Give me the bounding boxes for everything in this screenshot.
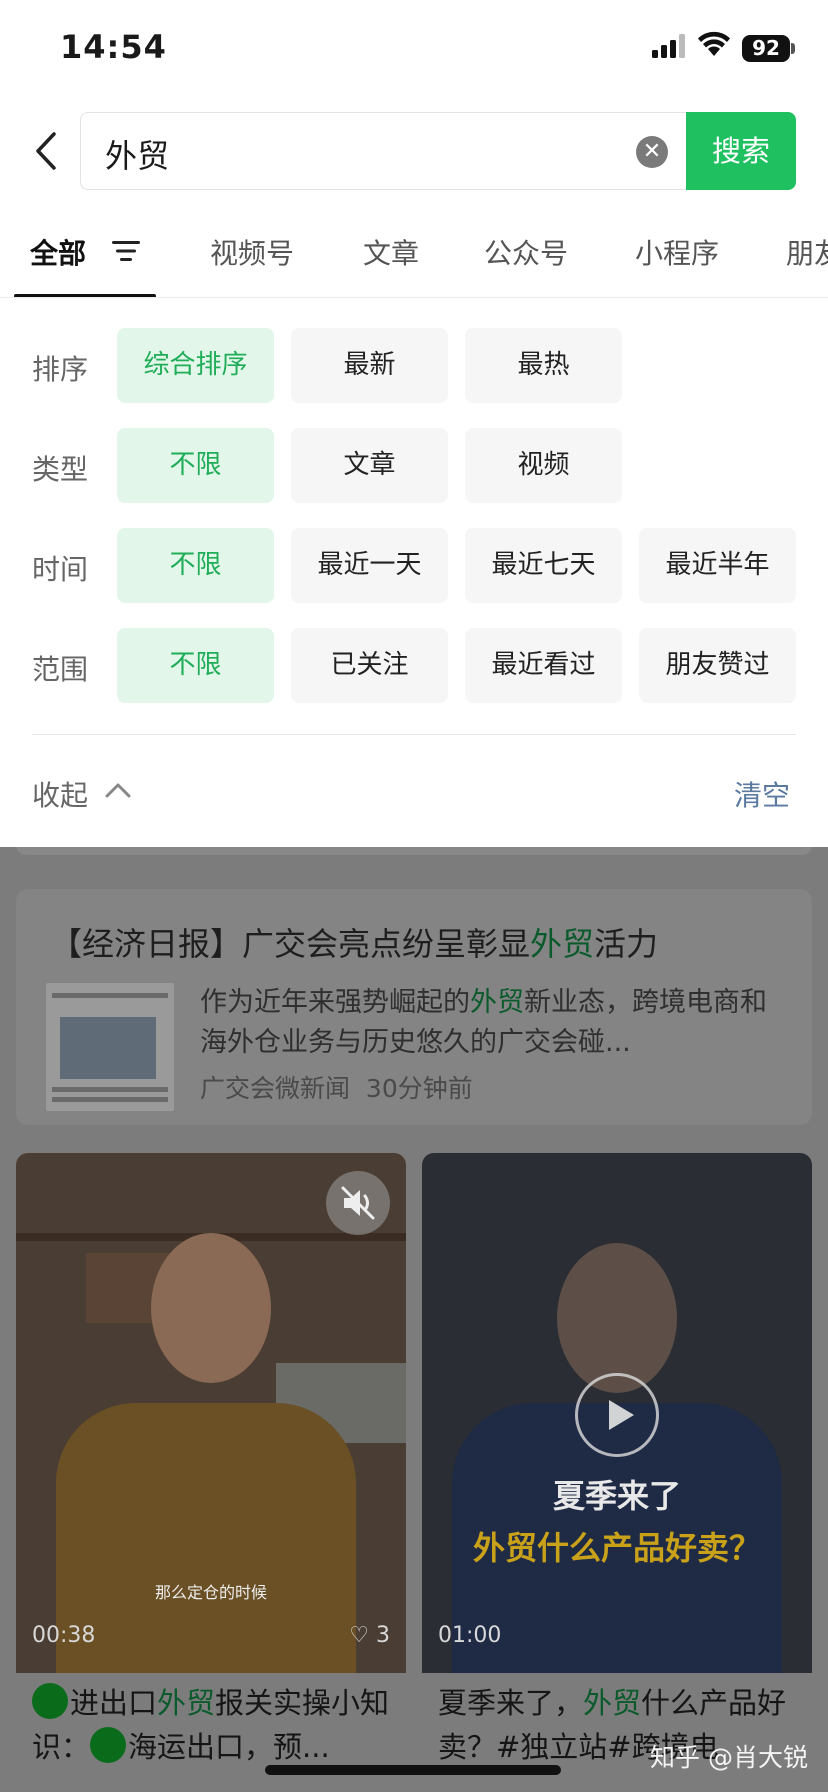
video-person-head [557,1243,677,1393]
watermark: 知乎 @肖大锐 [650,1743,808,1772]
search-input[interactable]: 外贸 ✕ [80,112,686,190]
video-person-head [151,1233,271,1383]
tab-friends[interactable]: 朋友 [786,232,828,272]
filter-label-type: 类型 [32,453,89,486]
green-circle-icon [32,1683,68,1719]
video-likes: ♡ 3 [349,1623,390,1648]
home-indicator[interactable] [265,1765,561,1775]
filter-label-scope: 范围 [32,653,89,686]
status-bar: 14:54 92 [0,0,828,100]
search-button[interactable]: 搜索 [686,112,796,190]
video-person [56,1403,356,1673]
active-tab-indicator [14,294,156,297]
mute-icon[interactable] [326,1171,390,1235]
play-icon[interactable] [575,1373,659,1457]
chip-scope-recently-viewed[interactable]: 最近看过 [465,628,622,703]
chip-time-week[interactable]: 最近七天 [465,528,622,603]
video-subtitle: 那么定仓的时候 [154,1583,267,1602]
filter-label-sort: 排序 [32,353,89,386]
tab-articles[interactable]: 文章 [363,232,419,272]
tab-channels[interactable]: 视频号 [210,232,294,272]
video-duration: 00:38 [32,1623,96,1648]
results-overlay[interactable]: 【经济日报】广交会亮点纷呈彰显外贸活力 作为近年来强势崛起的外贸新业态，跨境电商… [0,847,828,1792]
video-result-2[interactable]: 夏季来了 外贸什么产品好卖？ 01:00 [422,1153,812,1673]
filter-icon[interactable] [112,240,142,262]
article-title: 【经济日报】广交会亮点纷呈彰显外贸活力 [50,925,659,963]
chip-type-article[interactable]: 文章 [291,428,448,503]
tab-official-accounts[interactable]: 公众号 [484,232,568,272]
tab-all[interactable]: 全部 [30,232,86,272]
back-arrow-icon[interactable] [28,126,68,176]
clear-input-icon[interactable]: ✕ [636,136,668,168]
article-meta: 广交会微新闻 30分钟前 [200,1074,473,1103]
chip-type-video[interactable]: 视频 [465,428,622,503]
wifi-icon [698,31,730,56]
chip-scope-any[interactable]: 不限 [117,628,274,703]
chip-sort-latest[interactable]: 最新 [291,328,448,403]
green-circle-icon [90,1727,127,1763]
previous-card-edge [16,847,812,855]
clear-filters-button[interactable]: 清空 [734,774,790,814]
article-description: 作为近年来强势崛起的外贸新业态，跨境电商和海外仓业务与历史悠久的广交会碰... [200,987,767,1058]
chip-sort-comprehensive[interactable]: 综合排序 [117,328,274,403]
search-query-text: 外贸 [105,137,170,175]
chip-time-day[interactable]: 最近一天 [291,528,448,603]
video-overlay-line1: 夏季来了 [552,1477,681,1515]
chip-scope-followed[interactable]: 已关注 [291,628,448,703]
chip-type-any[interactable]: 不限 [117,428,274,503]
tab-mini-programs[interactable]: 小程序 [635,232,719,272]
panel-divider [32,734,796,735]
chip-time-half-year[interactable]: 最近半年 [639,528,796,603]
video-duration: 01:00 [438,1623,502,1648]
chip-scope-friends-liked[interactable]: 朋友赞过 [639,628,796,703]
video-result-1[interactable]: 那么定仓的时候 00:38 ♡ 3 [16,1153,406,1673]
heart-icon: ♡ [349,1623,369,1648]
article-thumbnail [46,983,174,1111]
article-result-card[interactable]: 【经济日报】广交会亮点纷呈彰显外贸活力 作为近年来强势崛起的外贸新业态，跨境电商… [16,889,812,1125]
chip-sort-hottest[interactable]: 最热 [465,328,622,403]
filter-label-time: 时间 [32,553,89,586]
chip-time-any[interactable]: 不限 [117,528,274,603]
cellular-signal-icon [652,34,685,58]
chevron-up-icon[interactable] [104,780,132,800]
battery-icon: 92 [742,35,790,62]
collapse-button[interactable]: 收起 [32,774,88,814]
status-time: 14:54 [60,28,167,66]
battery-tip [791,43,795,54]
video-overlay-line2: 外贸什么产品好卖？ [472,1529,761,1567]
